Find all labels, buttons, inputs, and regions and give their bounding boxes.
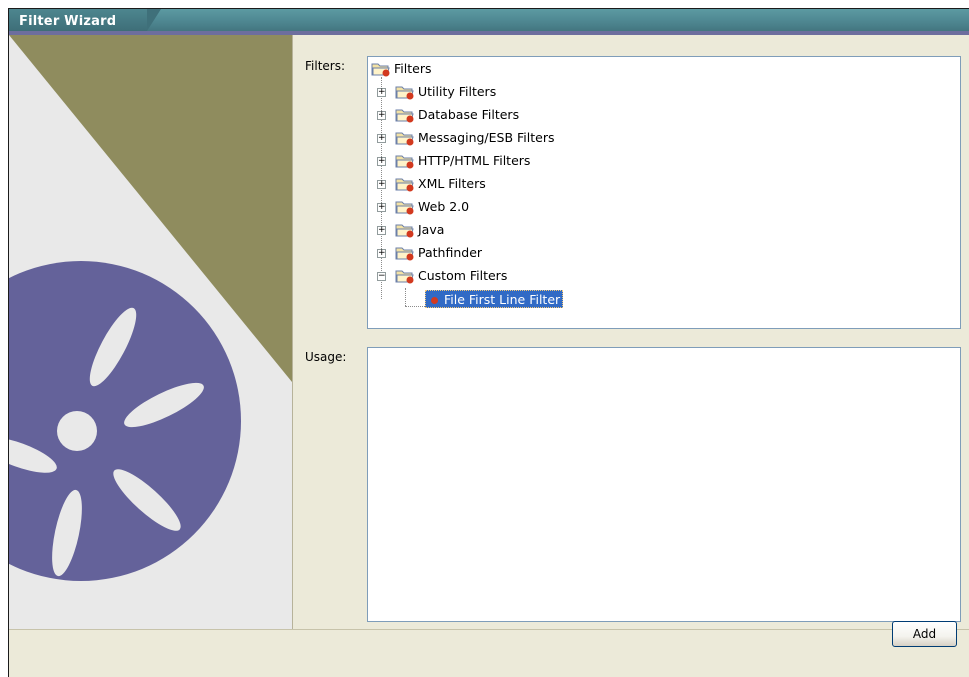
expand-icon[interactable]: + (377, 249, 386, 258)
tree-item-pathfinder[interactable]: + Pathfinder (377, 243, 677, 263)
expand-icon[interactable]: + (377, 226, 386, 235)
filter-wizard-window: Filter Wizard Filters: Filters + Utility… (8, 8, 969, 677)
tree-connector (405, 306, 425, 307)
tree-item-utility-filters[interactable]: + Utility Filters (377, 82, 677, 102)
tree-item-file-first-line-filter[interactable]: File First Line Filter (425, 289, 625, 309)
usage-textarea[interactable] (367, 347, 961, 622)
folder-icon (395, 247, 414, 261)
collapse-icon[interactable]: − (377, 272, 386, 281)
expand-icon[interactable]: + (377, 134, 386, 143)
title-bar: Filter Wizard (9, 9, 969, 35)
folder-icon (395, 178, 414, 192)
tree-item-database-filters[interactable]: + Database Filters (377, 105, 677, 125)
wizard-side-art (9, 35, 293, 629)
expand-icon[interactable]: + (377, 157, 386, 166)
filter-dot-icon (431, 297, 438, 304)
filters-tree[interactable]: Filters + Utility Filters + Database Fil… (367, 56, 961, 329)
folder-icon (395, 155, 414, 169)
selection-highlight[interactable]: File First Line Filter (425, 290, 564, 308)
filters-label: Filters: (305, 59, 346, 73)
tree-item-web-2-0[interactable]: + Web 2.0 (377, 197, 677, 217)
button-bar (9, 629, 969, 677)
tree-item-messaging-esb-filters[interactable]: + Messaging/ESB Filters (377, 128, 677, 148)
folder-icon (395, 201, 414, 215)
add-button[interactable]: Add (892, 621, 957, 647)
folder-icon (395, 86, 414, 100)
side-art-logo (9, 35, 292, 629)
folder-icon (395, 270, 414, 284)
folder-icon (395, 132, 414, 146)
window-title: Filter Wizard (19, 14, 117, 29)
expand-icon[interactable]: + (377, 111, 386, 120)
tree-item-http-html-filters[interactable]: + HTTP/HTML Filters (377, 151, 677, 171)
folder-icon (371, 63, 390, 77)
tree-connector (405, 288, 406, 306)
folder-icon (395, 224, 414, 238)
expand-icon[interactable]: + (377, 88, 386, 97)
expand-icon[interactable]: + (377, 203, 386, 212)
tree-item-java[interactable]: + Java (377, 220, 677, 240)
tree-item-xml-filters[interactable]: + XML Filters (377, 174, 677, 194)
tree-item-custom-filters[interactable]: − Custom Filters (377, 266, 677, 286)
expand-icon[interactable]: + (377, 180, 386, 189)
folder-icon (395, 109, 414, 123)
usage-label: Usage: (305, 350, 347, 364)
